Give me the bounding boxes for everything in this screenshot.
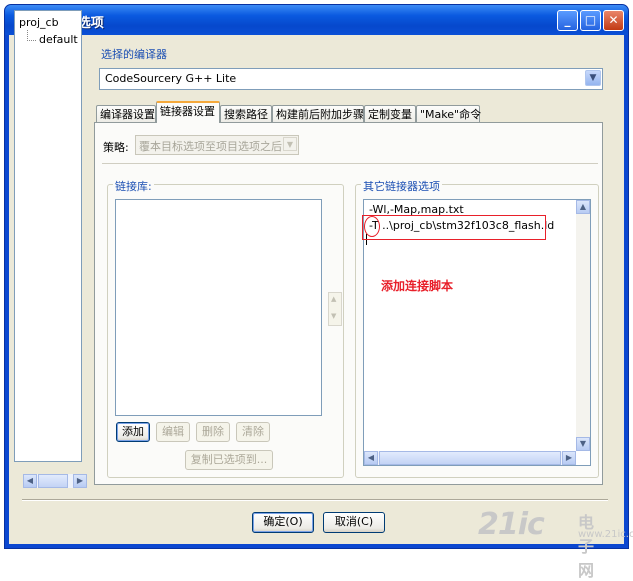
delete-library-button[interactable]: 删除	[196, 422, 230, 442]
up-arrow-icon: ▲	[331, 295, 337, 303]
annotation-text: 添加连接脚本	[381, 279, 454, 293]
compiler-group-title: 选择的编译器	[101, 48, 167, 61]
scroll-left-icon[interactable]: ◀	[23, 474, 37, 488]
edit-library-button[interactable]: 编辑	[156, 422, 190, 442]
minimize-icon[interactable]: _	[557, 10, 578, 31]
other-linker-options-title: 其它链接器选项	[361, 178, 442, 194]
policy-label: 策略:	[103, 141, 129, 154]
scroll-right-icon[interactable]: ▶	[562, 451, 576, 465]
tab-pre-post-build[interactable]: 构建前后附加步骤	[272, 105, 364, 123]
link-libraries-title: 链接库:	[113, 178, 154, 194]
watermark-logo: 21ic 电子网 www.21ic.com	[478, 507, 633, 580]
textarea-vertical-scrollbar[interactable]: ▲ ▼	[576, 200, 590, 451]
scroll-down-icon[interactable]: ▼	[576, 437, 590, 451]
tab-linker-settings[interactable]: 链接器设置	[156, 101, 220, 123]
divider	[102, 163, 598, 164]
maximize-icon[interactable]: □	[580, 10, 601, 31]
compiler-select[interactable]: CodeSourcery G++ Lite ▼	[99, 68, 603, 90]
ok-button[interactable]: 确定(O)	[252, 512, 314, 533]
scroll-left-icon[interactable]: ◀	[364, 451, 378, 465]
tab-compiler-settings[interactable]: 编译器设置	[96, 105, 156, 123]
highlight-box	[362, 215, 546, 240]
tab-custom-variables[interactable]: 定制变量	[364, 105, 416, 123]
watermark-cn: 电子网	[578, 513, 595, 580]
link-libraries-list[interactable]	[115, 199, 322, 416]
add-library-button[interactable]: 添加	[116, 422, 150, 442]
tab-make-commands[interactable]: "Make"命令	[416, 105, 481, 123]
cancel-button[interactable]: 取消(C)	[323, 512, 385, 533]
chevron-down-icon: ▼	[283, 137, 297, 151]
tree-connector	[27, 30, 36, 41]
watermark-brand: 21ic	[478, 507, 545, 542]
down-arrow-icon: ▼	[331, 312, 337, 320]
scroll-thumb[interactable]	[38, 474, 68, 488]
policy-select-value: 覆本目标选项至项目选项之后	[139, 140, 282, 153]
copy-selected-button[interactable]: 复制已选项到...	[185, 450, 273, 470]
title-bar[interactable]: 项目build选项 _ □ ✕	[5, 5, 628, 35]
close-icon[interactable]: ✕	[603, 10, 624, 31]
policy-select: 覆本目标选项至项目选项之后 ▼	[135, 135, 299, 155]
chevron-down-icon[interactable]: ▼	[585, 70, 601, 86]
scroll-right-icon[interactable]: ▶	[73, 474, 87, 488]
textarea-horizontal-scrollbar[interactable]: ◀ ▶	[364, 451, 576, 465]
clear-libraries-button[interactable]: 清除	[236, 422, 270, 442]
bottom-divider	[22, 499, 608, 501]
watermark-url: www.21ic.com	[578, 529, 633, 540]
highlight-circle	[364, 216, 380, 237]
tab-search-paths[interactable]: 搜索路径	[220, 105, 272, 123]
reorder-spinner: ▲ ▼	[328, 292, 342, 326]
scroll-thumb[interactable]	[379, 451, 561, 465]
tree-node-project[interactable]: proj_cb	[19, 16, 59, 29]
compiler-select-value: CodeSourcery G++ Lite	[105, 72, 237, 85]
project-tree[interactable]: proj_cb default	[14, 10, 82, 462]
scroll-up-icon[interactable]: ▲	[576, 200, 590, 214]
tree-node-target[interactable]: default	[39, 33, 78, 46]
tree-horizontal-scrollbar[interactable]: ◀ ▶	[23, 474, 87, 488]
